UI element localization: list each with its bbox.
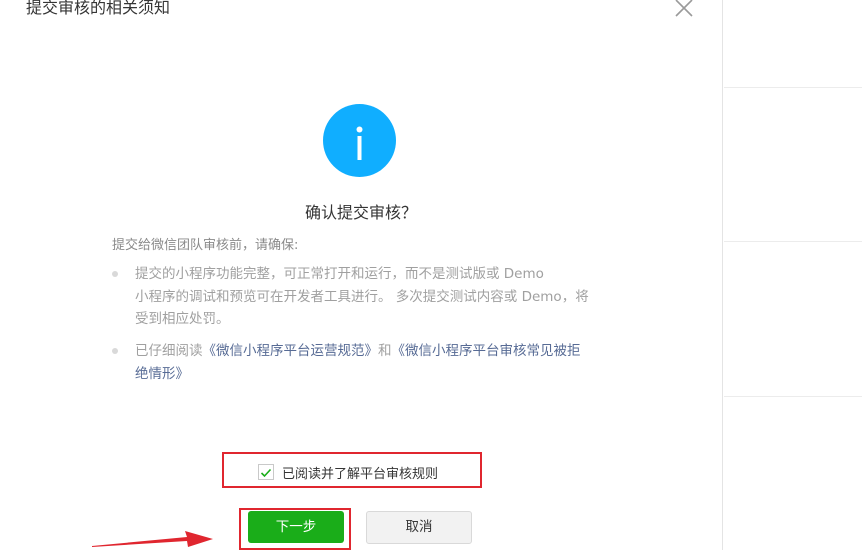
background-panel bbox=[724, 0, 862, 550]
read-prefix: 已仔细阅读 bbox=[135, 343, 203, 359]
annotation-highlight-next bbox=[239, 508, 351, 550]
agree-label: 已阅读并了解平台审核规则 bbox=[282, 466, 439, 482]
requirement-item-1: 提交的小程序功能完整，可正常打开和运行，而不是测试版或 Demo 小程序的调试和… bbox=[135, 263, 615, 331]
confirm-title: 确认提交审核？ bbox=[304, 203, 417, 222]
agree-checkbox-row[interactable]: 已阅读并了解平台审核规则 bbox=[258, 461, 438, 483]
background-divider bbox=[724, 396, 862, 397]
annotation-arrow-icon bbox=[92, 531, 213, 547]
agree-checkbox[interactable] bbox=[258, 464, 274, 480]
requirement-item-1-line: 受到相应处罚。 bbox=[135, 311, 230, 327]
background-divider bbox=[724, 87, 862, 88]
dialog-title: 提交审核的相关须知 bbox=[26, 0, 171, 17]
checkmark-icon bbox=[260, 468, 272, 478]
and-text: 和 bbox=[378, 343, 392, 359]
bullet-icon bbox=[112, 271, 118, 277]
requirement-item-1-line: 提交的小程序功能完整，可正常打开和运行，而不是测试版或 Demo bbox=[135, 266, 544, 282]
review-intro: 提交给微信团队审核前，请确保: bbox=[112, 238, 299, 253]
info-icon bbox=[323, 104, 396, 177]
requirement-item-1-line: 小程序的调试和预览可在开发者工具进行。 多次提交测试内容或 Demo，将 bbox=[135, 288, 589, 305]
operation-rules-link[interactable]: 《微信小程序平台运营规范》 bbox=[203, 343, 379, 359]
requirement-item-2: 已仔细阅读《微信小程序平台运营规范》和《微信小程序平台审核常见被拒 绝情形》 bbox=[135, 340, 615, 385]
bullet-icon bbox=[112, 348, 118, 354]
cancel-button[interactable]: 取消 bbox=[366, 511, 472, 544]
background-divider bbox=[724, 241, 862, 242]
close-icon[interactable] bbox=[673, 0, 695, 19]
rejection-cases-link[interactable]: 《微信小程序平台审核常见被拒 bbox=[392, 343, 581, 359]
submit-review-dialog: 提交审核的相关须知 确认提交审核？ 提交给微信团队审核前，请确保: 提交的小程序… bbox=[0, 0, 723, 550]
rejection-cases-link-cont[interactable]: 绝情形》 bbox=[135, 366, 189, 382]
